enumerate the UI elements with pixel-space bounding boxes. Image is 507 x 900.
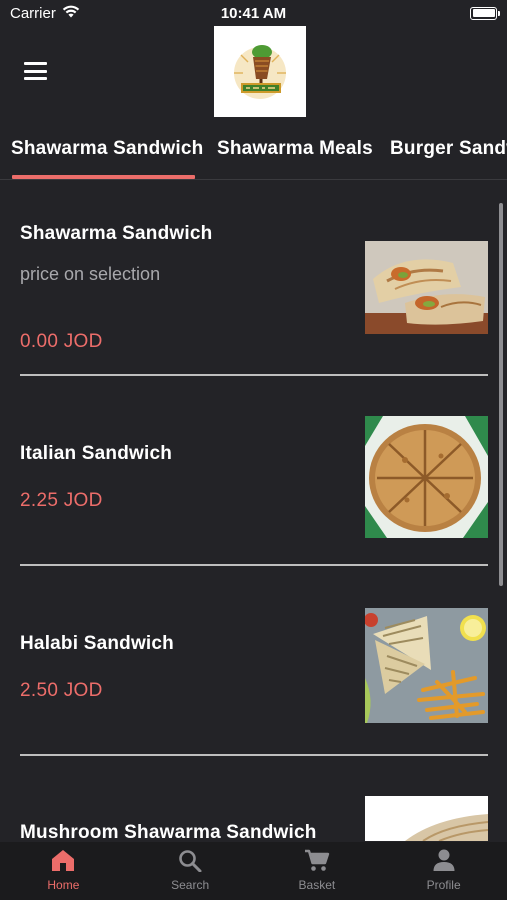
list-item[interactable]: Shawarma Sandwich price on selection 0.0… — [20, 181, 488, 376]
nav-home[interactable]: Home — [0, 842, 127, 900]
active-tab-indicator — [12, 175, 195, 179]
tab-burger-sandwiches[interactable]: Burger Sandwiches — [390, 138, 507, 160]
item-subtitle: price on selection — [20, 264, 161, 284]
tab-shawarma-meals[interactable]: Shawarma Meals — [217, 138, 373, 160]
item-image-shawarma-wrap[interactable] — [365, 241, 488, 334]
item-image-italian-sandwich[interactable] — [365, 416, 488, 538]
profile-icon — [433, 849, 455, 871]
list-item[interactable]: Italian Sandwich 2.25 JOD — [20, 376, 488, 566]
nav-basket[interactable]: Basket — [254, 842, 381, 900]
item-image-halabi-sandwich[interactable] — [365, 608, 488, 723]
item-name: Italian Sandwich — [20, 443, 173, 464]
item-name: Shawarma Sandwich — [20, 223, 213, 244]
search-icon — [179, 850, 202, 872]
list-item[interactable]: Halabi Sandwich 2.50 JOD — [20, 566, 488, 756]
list-item[interactable]: Mushroom Shawarma Sandwich — [20, 756, 488, 841]
status-left: Carrier — [10, 5, 80, 22]
battery-icon — [470, 6, 500, 20]
nav-search-label: Search — [171, 878, 210, 892]
item-name: Halabi Sandwich — [20, 633, 174, 654]
tab-shawarma-sandwich[interactable]: Shawarma Sandwich — [11, 138, 203, 160]
bottom-nav: Home Search Basket Profile — [0, 842, 507, 900]
item-price: 2.25 JOD — [20, 490, 103, 511]
carrier-label: Carrier — [10, 4, 56, 22]
category-tabs: Shawarma Sandwich Shawarma Meals Burger … — [0, 132, 507, 180]
logo-graphic — [234, 44, 286, 99]
item-name: Mushroom Shawarma Sandwich — [20, 822, 317, 841]
wifi-icon — [62, 5, 80, 22]
restaurant-logo — [214, 26, 306, 117]
item-price: 2.50 JOD — [20, 680, 103, 701]
item-price: 0.00 JOD — [20, 331, 103, 352]
scrollbar[interactable] — [499, 203, 503, 586]
home-icon — [52, 850, 75, 871]
hamburger-menu-icon[interactable] — [24, 62, 47, 80]
app-header — [0, 26, 507, 118]
product-list[interactable]: Shawarma Sandwich price on selection 0.0… — [0, 181, 507, 841]
cart-icon — [304, 849, 330, 871]
nav-profile-label: Profile — [426, 878, 461, 892]
nav-profile[interactable]: Profile — [380, 842, 507, 900]
nav-search[interactable]: Search — [127, 842, 254, 900]
nav-basket-label: Basket — [298, 878, 336, 892]
item-image-mushroom-shawarma[interactable] — [365, 796, 488, 841]
status-bar: Carrier 10:41 AM — [0, 0, 507, 26]
nav-home-label: Home — [47, 878, 80, 892]
